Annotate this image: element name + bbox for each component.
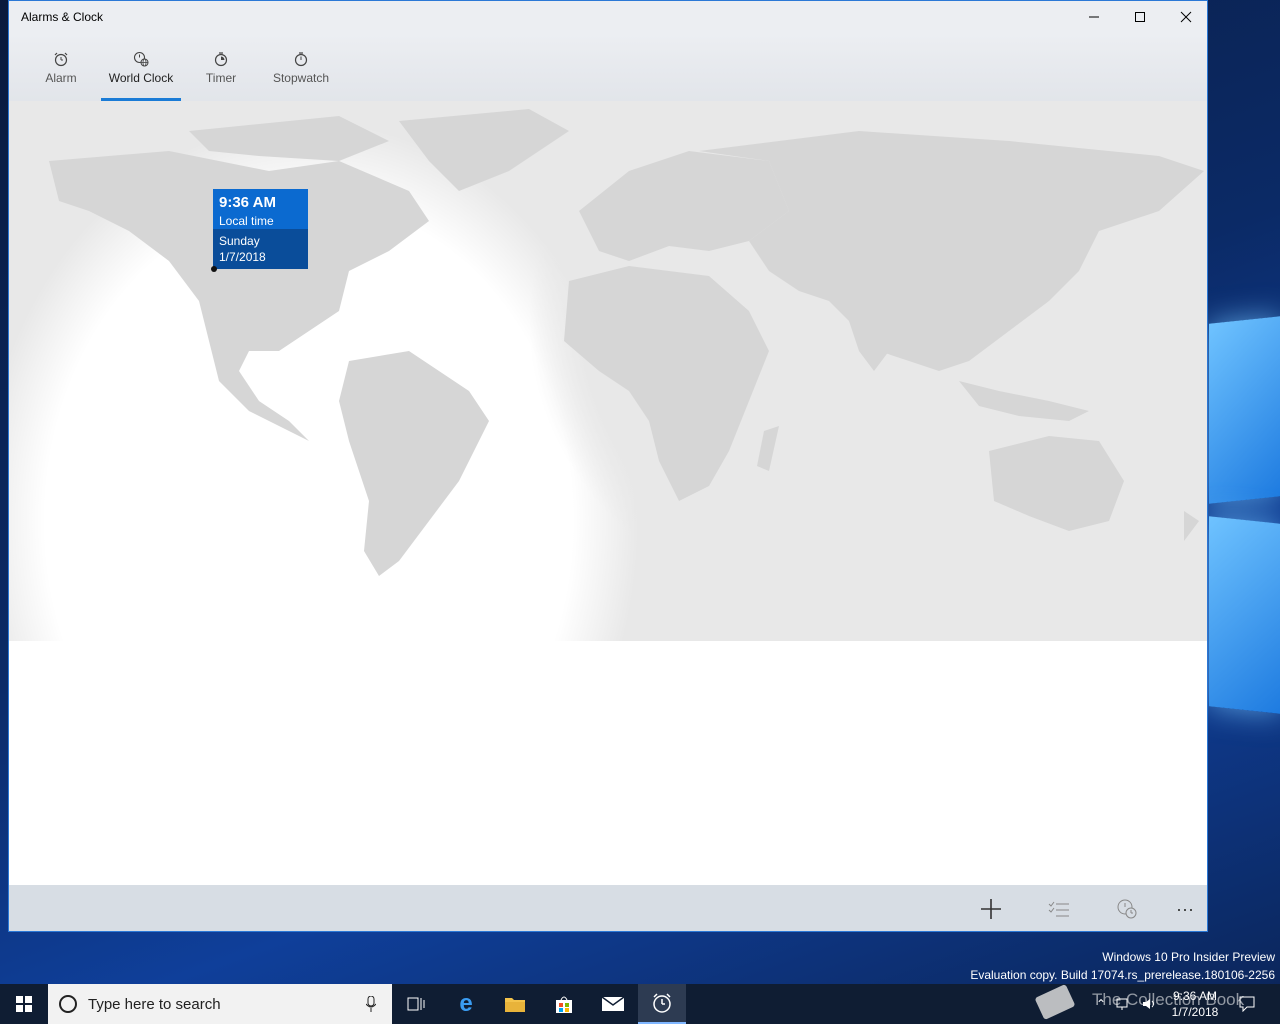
task-view-icon bbox=[407, 997, 425, 1011]
store-icon bbox=[556, 996, 572, 1013]
tab-alarm[interactable]: Alarm bbox=[39, 45, 83, 101]
more-icon: ··· bbox=[1176, 898, 1194, 919]
chevron-up-icon[interactable]: ⌃ bbox=[1096, 997, 1106, 1011]
world-map[interactable]: 9:36 AM Local time Sunday 1/7/2018 bbox=[9, 101, 1207, 885]
mail-button[interactable] bbox=[589, 984, 637, 1024]
network-icon[interactable] bbox=[1116, 997, 1132, 1011]
local-day: Sunday bbox=[219, 234, 260, 248]
mail-icon bbox=[601, 996, 625, 1011]
tab-stopwatch-label: Stopwatch bbox=[272, 71, 330, 85]
local-date-card: Sunday 1/7/2018 bbox=[213, 229, 308, 269]
desktop-windows-logo bbox=[1209, 290, 1280, 730]
build-watermark-line1: Windows 10 Pro Insider Preview bbox=[1102, 950, 1275, 964]
local-date: 1/7/2018 bbox=[219, 250, 266, 264]
minimize-button[interactable] bbox=[1071, 1, 1117, 33]
stopwatch-icon bbox=[294, 52, 308, 67]
microphone-icon[interactable] bbox=[366, 996, 376, 1012]
book-stamp-icon bbox=[1035, 984, 1075, 1020]
add-icon bbox=[981, 899, 1001, 919]
select-button[interactable] bbox=[1029, 885, 1089, 931]
tab-navigation: Alarm World Clock Timer Stopwatch bbox=[9, 33, 1207, 101]
tab-alarm-label: Alarm bbox=[45, 71, 77, 85]
compare-icon bbox=[1117, 899, 1137, 919]
system-tray: ⌃ bbox=[1096, 984, 1158, 1024]
cortana-icon bbox=[59, 995, 77, 1013]
taskbar: Type here to search e The Collection Boo… bbox=[0, 984, 1280, 1024]
tab-timer[interactable]: Timer bbox=[203, 45, 239, 101]
notification-icon bbox=[1239, 996, 1255, 1012]
minimize-icon bbox=[1089, 16, 1099, 18]
tab-world-clock[interactable]: World Clock bbox=[101, 45, 181, 101]
alarm-clock-app-icon bbox=[653, 993, 671, 1013]
close-icon bbox=[1180, 11, 1192, 23]
more-button[interactable]: ··· bbox=[1155, 885, 1207, 931]
start-button[interactable] bbox=[0, 984, 48, 1024]
maximize-icon bbox=[1135, 12, 1145, 22]
alarms-clock-taskbar-button[interactable] bbox=[638, 984, 686, 1024]
tab-stopwatch[interactable]: Stopwatch bbox=[271, 45, 331, 101]
close-button[interactable] bbox=[1163, 1, 1207, 33]
command-bar: ··· bbox=[9, 885, 1207, 931]
add-city-button[interactable] bbox=[961, 885, 1021, 931]
taskbar-date: 1/7/2018 bbox=[1171, 1005, 1219, 1019]
local-time-label: Local time bbox=[219, 214, 274, 228]
edge-icon: e bbox=[459, 990, 473, 1017]
taskbar-time: 9:36 AM bbox=[1172, 989, 1218, 1003]
store-button[interactable] bbox=[540, 984, 588, 1024]
title-bar: Alarms & Clock bbox=[9, 1, 1207, 33]
file-explorer-button[interactable] bbox=[491, 984, 539, 1024]
search-placeholder: Type here to search bbox=[88, 996, 221, 1013]
tab-timer-label: Timer bbox=[205, 71, 237, 85]
task-view-button[interactable] bbox=[392, 984, 440, 1024]
timer-icon bbox=[214, 52, 228, 67]
world-map-graphic bbox=[9, 101, 1207, 885]
alarm-icon bbox=[54, 52, 68, 67]
compare-button[interactable] bbox=[1097, 885, 1157, 931]
location-dot bbox=[211, 266, 217, 272]
local-time-card: 9:36 AM Local time bbox=[213, 189, 308, 229]
select-icon bbox=[1048, 901, 1069, 917]
local-time: 9:36 AM bbox=[219, 194, 276, 211]
action-center-button[interactable] bbox=[1236, 984, 1258, 1024]
maximize-button[interactable] bbox=[1117, 1, 1163, 33]
folder-icon bbox=[505, 998, 525, 1012]
edge-button[interactable]: e bbox=[442, 984, 490, 1024]
volume-icon[interactable] bbox=[1142, 997, 1158, 1011]
world-clock-icon bbox=[133, 51, 149, 67]
taskbar-search-box[interactable]: Type here to search bbox=[48, 984, 392, 1024]
alarms-clock-window: Alarms & Clock Alarm World Clock Timer S… bbox=[8, 0, 1208, 932]
windows-start-icon bbox=[16, 996, 32, 1012]
window-title: Alarms & Clock bbox=[21, 10, 104, 24]
taskbar-clock[interactable]: 9:36 AM 1/7/2018 bbox=[1160, 988, 1230, 1020]
tab-world-clock-label: World Clock bbox=[108, 71, 174, 85]
